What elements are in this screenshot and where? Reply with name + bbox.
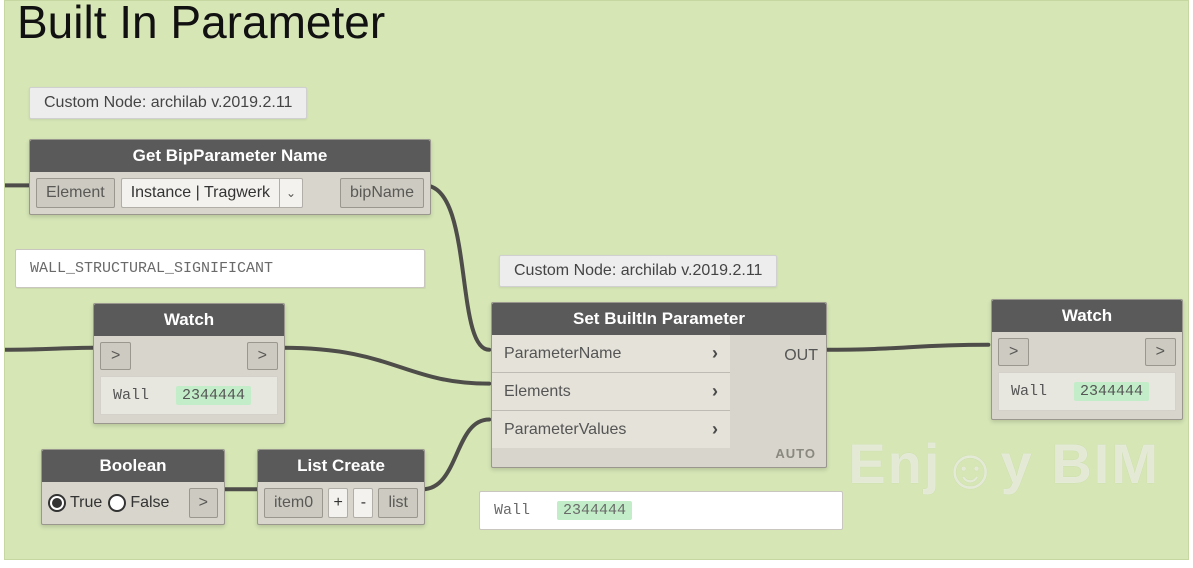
input-port-parametername[interactable]: ParameterName › <box>492 335 730 372</box>
output-port-boolean[interactable]: > <box>189 488 218 518</box>
remove-input-button[interactable]: - <box>353 488 373 518</box>
add-input-button[interactable]: + <box>328 488 348 518</box>
boolean-false-label: False <box>130 494 169 512</box>
input-port-parametervalues[interactable]: ParameterValues › <box>492 410 730 448</box>
port-label: ParameterValues <box>504 421 626 439</box>
input-port-item0[interactable]: item0 <box>264 488 323 518</box>
graph-canvas[interactable]: Built In Parameter Custom Node: archilab… <box>4 0 1189 560</box>
node-set-builtin-parameter[interactable]: Set BuiltIn Parameter ParameterName › El… <box>491 302 827 468</box>
radio-icon <box>48 494 66 512</box>
watch-item-label: Wall <box>1011 383 1047 400</box>
chevron-down-icon[interactable]: ⌄ <box>279 178 303 208</box>
port-label: Elements <box>504 383 571 401</box>
bip-dropdown[interactable]: Instance | Tragwerk ⌄ <box>121 178 303 208</box>
page-title: Built In Parameter <box>17 0 385 49</box>
radio-icon <box>108 494 126 512</box>
node-title: Boolean <box>42 450 224 482</box>
node-title: Get BipParameter Name <box>30 140 430 172</box>
chevron-right-icon: › <box>712 381 718 402</box>
watch-item-id: 2344444 <box>176 386 251 405</box>
setparam-result: Wall 2344444 <box>479 491 843 530</box>
chevron-right-icon: › <box>712 419 718 440</box>
output-port-list[interactable]: list <box>378 488 418 518</box>
node-title: Watch <box>992 300 1182 332</box>
watch-prev[interactable]: > <box>998 338 1029 366</box>
custom-node-badge-mid: Custom Node: archilab v.2019.2.11 <box>499 255 777 287</box>
port-label: ParameterName <box>504 345 621 363</box>
custom-node-badge-top: Custom Node: archilab v.2019.2.11 <box>29 87 307 119</box>
watch-item-label: Wall <box>113 387 149 404</box>
node-title: List Create <box>258 450 424 482</box>
chevron-right-icon: › <box>712 343 718 364</box>
watch-content: Wall 2344444 <box>100 376 278 415</box>
watch-next[interactable]: > <box>247 342 278 370</box>
node-boolean[interactable]: Boolean True False > <box>41 449 225 525</box>
boolean-true-label: True <box>70 494 102 512</box>
result-item-id: 2344444 <box>557 501 632 520</box>
dropdown-value[interactable]: Instance | Tragwerk <box>121 178 279 208</box>
getbip-result: WALL_STRUCTURAL_SIGNIFICANT <box>15 249 425 288</box>
output-port-bipname[interactable]: bipName <box>340 178 424 208</box>
boolean-false-option[interactable]: False <box>108 494 169 512</box>
boolean-true-option[interactable]: True <box>48 494 102 512</box>
result-item-label: Wall <box>494 502 530 519</box>
node-title: Set BuiltIn Parameter <box>492 303 826 335</box>
watch-next[interactable]: > <box>1145 338 1176 366</box>
watch-prev[interactable]: > <box>100 342 131 370</box>
input-port-elements[interactable]: Elements › <box>492 372 730 410</box>
watermark: Enj☺y BIM <box>848 431 1160 501</box>
watch-item-id: 2344444 <box>1074 382 1149 401</box>
lacing-auto-label: AUTO <box>775 446 816 461</box>
output-port-out[interactable]: OUT <box>784 347 818 365</box>
node-watch-right[interactable]: Watch > > Wall 2344444 <box>991 299 1183 420</box>
node-watch-left[interactable]: Watch > > Wall 2344444 <box>93 303 285 424</box>
node-get-bip-parameter-name[interactable]: Get BipParameter Name Element Instance |… <box>29 139 431 215</box>
input-port-element[interactable]: Element <box>36 178 115 208</box>
node-title: Watch <box>94 304 284 336</box>
watch-content: Wall 2344444 <box>998 372 1176 411</box>
node-list-create[interactable]: List Create item0 + - list <box>257 449 425 525</box>
